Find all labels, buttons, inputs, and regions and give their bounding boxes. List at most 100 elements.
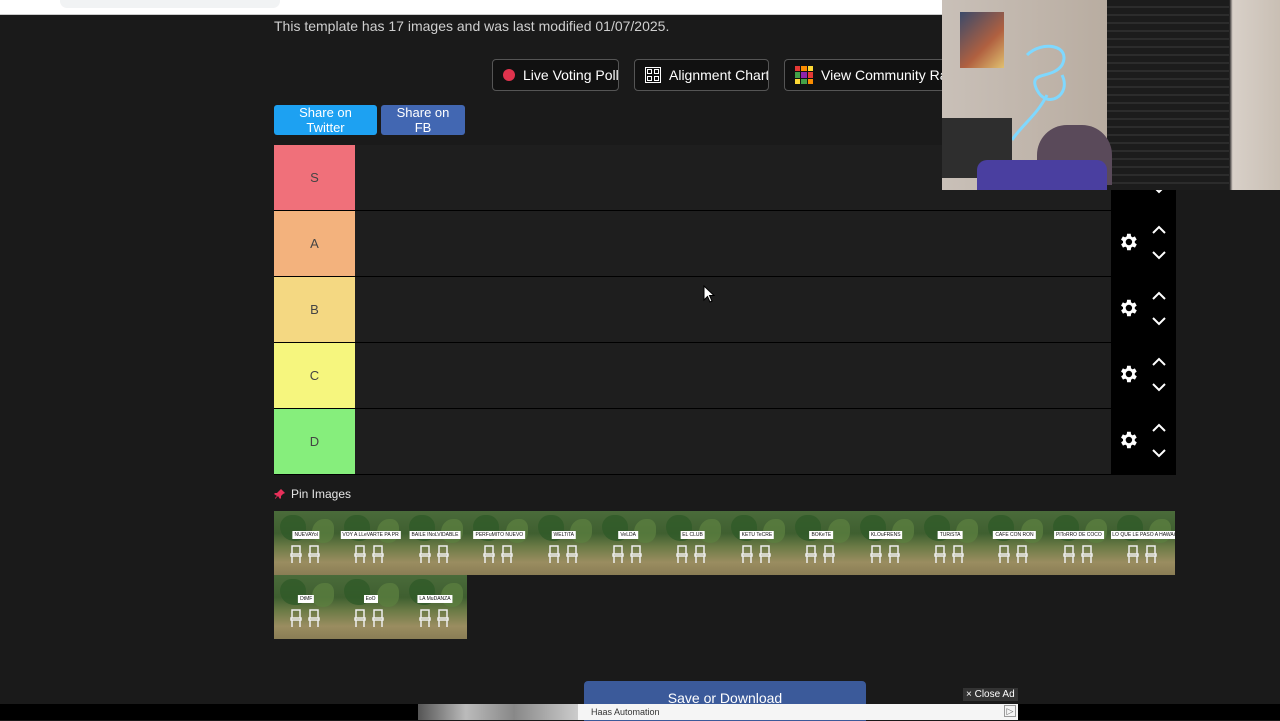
chevron-down-icon[interactable]	[1151, 315, 1167, 327]
ad-advertiser: Haas Automation	[591, 707, 660, 717]
image-tile[interactable]: VeLDA	[595, 511, 661, 575]
image-tile[interactable]: KLOuFRENS	[853, 511, 918, 575]
image-caption: VeLDA	[618, 531, 638, 539]
plastic-chair-icon	[419, 609, 431, 627]
plastic-chair-icon	[547, 545, 560, 563]
live-voting-poll-label: Live Voting Poll	[523, 67, 619, 83]
plastic-chair-icon	[501, 545, 513, 563]
image-caption: KETU TeCRE	[739, 531, 775, 539]
chevron-up-icon[interactable]	[1151, 224, 1167, 236]
plastic-chair-icon	[952, 545, 964, 563]
community-rank-icon	[795, 66, 813, 84]
plastic-chair-icon	[1016, 545, 1029, 563]
plastic-chair-icon	[354, 609, 367, 627]
image-caption: TURiSTA	[937, 531, 963, 539]
image-caption: DtMF	[298, 595, 315, 603]
image-tile[interactable]: LO QUE LE PASO A HAWAii	[1111, 511, 1176, 575]
chevron-down-icon[interactable]	[1151, 447, 1167, 459]
tier-label-d[interactable]: D	[274, 409, 355, 474]
record-dot-icon	[503, 69, 515, 81]
gear-icon[interactable]	[1117, 231, 1139, 253]
alignment-chart-button[interactable]: Alignment Chart	[634, 59, 769, 91]
plastic-chair-icon	[372, 609, 385, 627]
image-tile[interactable]: LA MuDANZA	[402, 575, 468, 639]
share-facebook-button[interactable]: Share on FB	[381, 105, 465, 135]
image-tile[interactable]: EL CLUB	[660, 511, 725, 575]
window-blinds	[1107, 0, 1229, 190]
image-caption: LO QUE LE PASO A HAWAii	[1111, 531, 1176, 539]
tier-drop-zone-c[interactable]	[355, 343, 1111, 408]
tier-controls-a	[1111, 211, 1176, 276]
mouse-cursor-icon	[703, 285, 715, 303]
image-tile[interactable]: TURiSTA	[917, 511, 983, 575]
image-caption: VOY A LLeVARTE PA PR	[340, 531, 401, 539]
tier-drop-zone-d[interactable]	[355, 409, 1111, 474]
ad-banner[interactable]: Haas Automation ▷	[418, 704, 1018, 720]
chevron-up-icon[interactable]	[1151, 290, 1167, 302]
close-ad-button[interactable]: × Close Ad	[963, 688, 1018, 701]
plastic-chair-icon	[887, 545, 900, 563]
tier-row-d: D	[274, 409, 1176, 475]
plastic-chair-icon	[998, 545, 1011, 563]
image-caption: CAFE CON RON	[993, 531, 1036, 539]
tier-drop-zone-b[interactable]	[355, 277, 1111, 342]
gear-icon[interactable]	[1117, 297, 1139, 319]
plastic-chair-icon	[694, 545, 707, 563]
pin-images-heading[interactable]: Pin Images	[274, 487, 351, 501]
image-tile[interactable]: BAILE INoLVIDABLE	[402, 511, 468, 575]
tier-label-c[interactable]: C	[274, 343, 355, 408]
image-tile[interactable]: EoO	[338, 575, 403, 639]
plastic-chair-icon	[805, 545, 817, 563]
plastic-chair-icon	[290, 609, 302, 627]
plastic-chair-icon	[758, 545, 771, 563]
plastic-chair-icon	[630, 545, 642, 563]
plastic-chair-icon	[869, 545, 882, 563]
chevron-up-icon[interactable]	[1151, 356, 1167, 368]
tier-controls-b	[1111, 277, 1176, 342]
tier-label-s[interactable]: S	[274, 145, 355, 210]
chevron-down-icon[interactable]	[1151, 249, 1167, 261]
plastic-chair-icon	[1080, 545, 1093, 563]
wall-poster	[960, 12, 1004, 68]
chevron-up-icon[interactable]	[1151, 422, 1167, 434]
image-tile[interactable]: VOY A LLeVARTE PA PR	[338, 511, 403, 575]
image-caption: EL CLUB	[680, 531, 705, 539]
image-tile[interactable]: DtMF	[274, 575, 339, 639]
image-caption: PERFuMITO NUEVO	[473, 531, 526, 539]
plastic-chair-icon	[419, 545, 431, 563]
image-tile[interactable]: NUEVAYol	[274, 511, 339, 575]
image-tile[interactable]: KETU TeCRE	[724, 511, 790, 575]
gear-icon[interactable]	[1117, 429, 1139, 451]
plastic-chair-icon	[1062, 545, 1075, 563]
address-field[interactable]	[60, 0, 280, 8]
image-caption: PIToRRO DE COCO	[1053, 531, 1104, 539]
image-tile[interactable]: WELTiTA	[531, 511, 596, 575]
chevron-down-icon[interactable]	[1151, 381, 1167, 393]
plastic-chair-icon	[1145, 545, 1157, 563]
image-caption: WELTiTA	[551, 531, 576, 539]
gear-icon[interactable]	[1117, 363, 1139, 385]
image-tile[interactable]: PERFuMITO NUEVO	[467, 511, 532, 575]
ad-choices-icon[interactable]: ▷	[1004, 705, 1016, 717]
plastic-chair-icon	[290, 545, 302, 563]
plastic-chair-icon	[483, 545, 495, 563]
webcam-overlay	[942, 0, 1280, 190]
foliage	[376, 583, 399, 607]
image-tile[interactable]: CAFE CON RON	[982, 511, 1047, 575]
view-community-rank-button[interactable]: View Community Ran	[784, 59, 944, 91]
tier-row-c: C	[274, 343, 1176, 409]
plastic-chair-icon	[934, 545, 946, 563]
plastic-chair-icon	[437, 609, 449, 627]
tier-drop-zone-a[interactable]	[355, 211, 1111, 276]
image-tile[interactable]: PIToRRO DE COCO	[1046, 511, 1112, 575]
tier-label-a[interactable]: A	[274, 211, 355, 276]
image-tile[interactable]: BOKeTE	[789, 511, 854, 575]
live-voting-poll-button[interactable]: Live Voting Poll	[492, 59, 619, 91]
share-twitter-button[interactable]: Share on Twitter	[274, 105, 377, 135]
tier-label-b[interactable]: B	[274, 277, 355, 342]
image-caption: BOKeTE	[809, 531, 834, 539]
plastic-chair-icon	[676, 545, 689, 563]
person	[977, 160, 1107, 190]
pushpin-icon	[274, 489, 285, 499]
tier-row-a: A	[274, 211, 1176, 277]
